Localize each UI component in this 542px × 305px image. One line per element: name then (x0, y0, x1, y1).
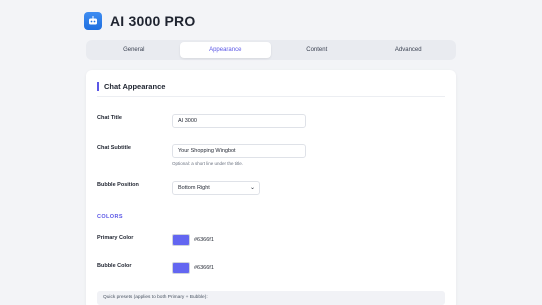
quick-presets: Quick presets (applies to both Primary +… (97, 291, 445, 305)
tab-appearance[interactable]: Appearance (179, 42, 271, 58)
chat-title-input[interactable]: AI 3000 (172, 114, 306, 128)
app-header: AI 3000 PRO (84, 12, 195, 30)
primary-color-hex: #6366f1 (194, 237, 214, 243)
tab-general[interactable]: General (88, 42, 180, 58)
tab-advanced[interactable]: Advanced (363, 42, 455, 58)
chat-title-label: Chat Title (97, 115, 122, 121)
chevron-down-icon: ⌄ (249, 185, 255, 191)
settings-tabs: General Appearance Content Advanced (86, 40, 456, 60)
bubble-color-swatch[interactable] (172, 262, 190, 274)
bubble-position-select[interactable]: Bottom Right ⌄ (172, 181, 260, 195)
bubble-color-label: Bubble Color (97, 263, 132, 269)
divider (97, 96, 445, 97)
section-title: Chat Appearance (97, 82, 165, 91)
app-title: AI 3000 PRO (110, 13, 196, 29)
tab-content[interactable]: Content (271, 42, 363, 58)
chat-subtitle-input[interactable]: Your Shopping Wingbot (172, 144, 306, 158)
chat-subtitle-label: Chat Subtitle (97, 145, 131, 151)
colors-heading: COLORS (97, 214, 123, 220)
chat-subtitle-hint: Optional: a short line under the title. (172, 161, 244, 166)
bubble-color-hex: #6366f1 (194, 265, 214, 271)
bubble-position-value: Bottom Right (178, 185, 210, 191)
primary-color-swatch[interactable] (172, 234, 190, 246)
appearance-card: Chat Appearance Chat Title AI 3000 Chat … (86, 70, 456, 305)
bubble-position-label: Bubble Position (97, 182, 139, 188)
primary-color-label: Primary Color (97, 235, 134, 241)
robot-icon (84, 12, 102, 30)
